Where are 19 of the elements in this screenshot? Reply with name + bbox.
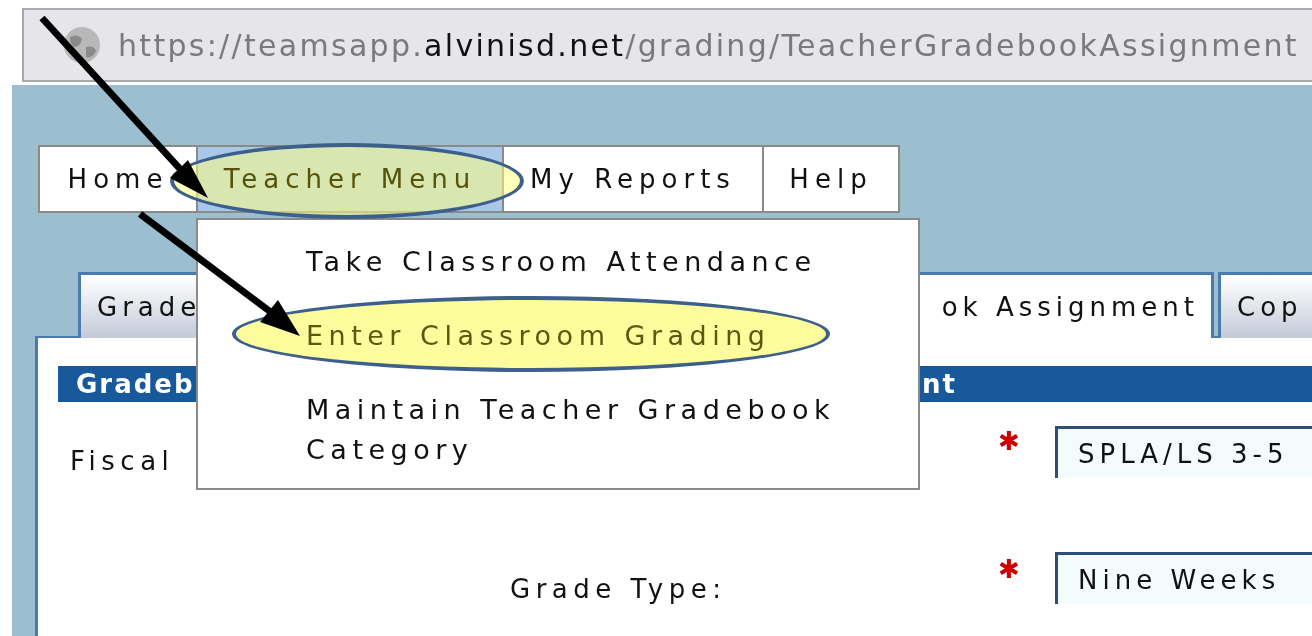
address-bar[interactable]: https://teamsapp.alvinisd.net/grading/TeacherGradebookAssignment <box>22 8 1312 82</box>
required-mark: ✱ <box>998 554 1020 584</box>
globe-icon <box>62 25 102 65</box>
menu-option[interactable]: Maintain Teacher Gradebook Category <box>306 390 838 470</box>
select-field[interactable]: SPLA/LS 3-5 <box>1055 426 1312 478</box>
menu-option[interactable]: Enter Classroom Grading <box>306 316 838 356</box>
tab[interactable]: Cop <box>1218 272 1312 338</box>
menu-item[interactable]: Home <box>38 145 196 213</box>
field-label: Grade Type: <box>510 574 727 604</box>
menu-item[interactable]: My Reports <box>502 145 762 213</box>
url-text: https://teamsapp.alvinisd.net/grading/TeacherGradebookAssignment <box>118 27 1299 63</box>
header-text: Gradeb <box>76 369 196 399</box>
select-field[interactable]: Nine Weeks <box>1055 552 1312 604</box>
required-mark: ✱ <box>998 426 1020 456</box>
menu-item[interactable]: Help <box>762 145 900 213</box>
field-label: Fiscal <box>70 446 175 476</box>
menu-option[interactable]: Take Classroom Attendance <box>306 242 838 282</box>
header-text: nt <box>922 369 957 399</box>
menu-item[interactable]: Teacher Menu <box>196 145 502 213</box>
